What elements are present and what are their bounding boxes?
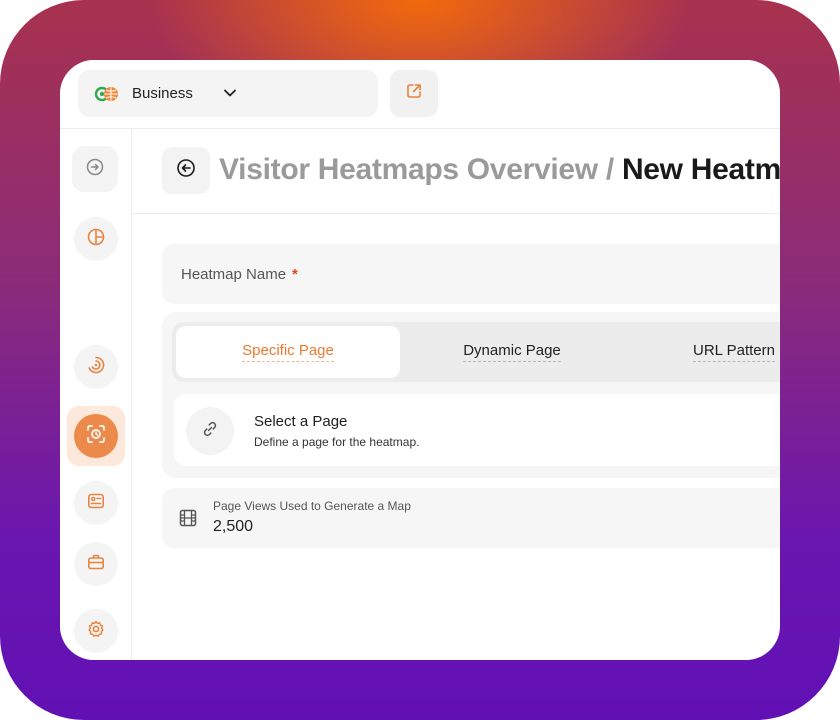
page-type-tabs: Specific Page Dynamic Page URL Pattern [172,322,780,382]
tab-specific-page[interactable]: Specific Page [176,326,400,378]
page-header: Visitor Heatmaps Overview / New Heatmap [132,129,780,214]
tab-dynamic-page[interactable]: Dynamic Page [400,326,624,378]
sidebar-item-logout[interactable] [72,146,118,192]
page-title: Visitor Heatmaps Overview / New Heatmap [219,153,780,187]
pie-chart-icon [86,227,106,252]
tab-dynamic-page-label: Dynamic Page [463,342,561,362]
sidebar-item-analytics[interactable] [74,217,118,261]
tab-url-pattern[interactable]: URL Pattern [624,326,780,378]
top-bar: Business [60,60,780,129]
chevron-down-icon[interactable] [222,85,238,106]
select-page-option[interactable]: Select a Page Define a page for the heat… [174,394,780,466]
workspace-logo-icon [94,84,120,104]
workspace-selector[interactable]: Business [78,70,378,117]
report-icon [86,491,106,516]
sidebar-item-reports[interactable] [74,481,118,525]
sidebar-item-heatmaps[interactable] [74,414,118,458]
scan-heatmap-icon [85,423,107,450]
open-external-button[interactable] [390,70,438,117]
sidebar [60,129,132,660]
page-views-label: Page Views Used to Generate a Map [213,499,411,513]
breadcrumb-separator: / [605,153,614,186]
sidebar-item-settings[interactable] [74,609,118,653]
link-icon-wrapper [186,407,234,455]
page-type-card: Specific Page Dynamic Page URL Pattern S… [162,312,780,478]
heatmap-name-label: Heatmap Name * [181,266,298,283]
app-window: Business Visitor Heatmaps Overview / New… [60,60,780,660]
briefcase-icon [86,552,106,577]
page-views-value: 2,500 [213,518,254,535]
gear-icon [86,619,106,644]
select-page-title: Select a Page [254,413,348,430]
external-link-icon [405,82,423,105]
breadcrumb-link[interactable]: Visitor Heatmaps Overview [219,153,598,186]
gradient-frame: Business Visitor Heatmaps Overview / New… [0,0,840,720]
tab-specific-page-label: Specific Page [242,342,334,362]
heatmap-name-field[interactable]: Heatmap Name * [162,244,780,304]
link-icon [201,420,219,443]
required-mark: * [292,266,298,283]
breadcrumb-current: New Heatmap [621,153,780,186]
heatmap-name-label-text: Heatmap Name [181,266,287,283]
select-page-description: Define a page for the heatmap. [254,435,420,449]
sidebar-item-business[interactable] [74,542,118,586]
logout-icon [85,157,105,182]
film-icon [178,508,198,533]
back-button[interactable] [162,147,210,194]
radar-icon [86,355,106,380]
workspace-name: Business [132,85,193,102]
sidebar-item-radar[interactable] [74,345,118,389]
tab-url-pattern-label: URL Pattern [693,342,775,362]
page-views-panel: Page Views Used to Generate a Map 2,500 [162,488,780,548]
arrow-left-circle-icon [176,158,196,183]
